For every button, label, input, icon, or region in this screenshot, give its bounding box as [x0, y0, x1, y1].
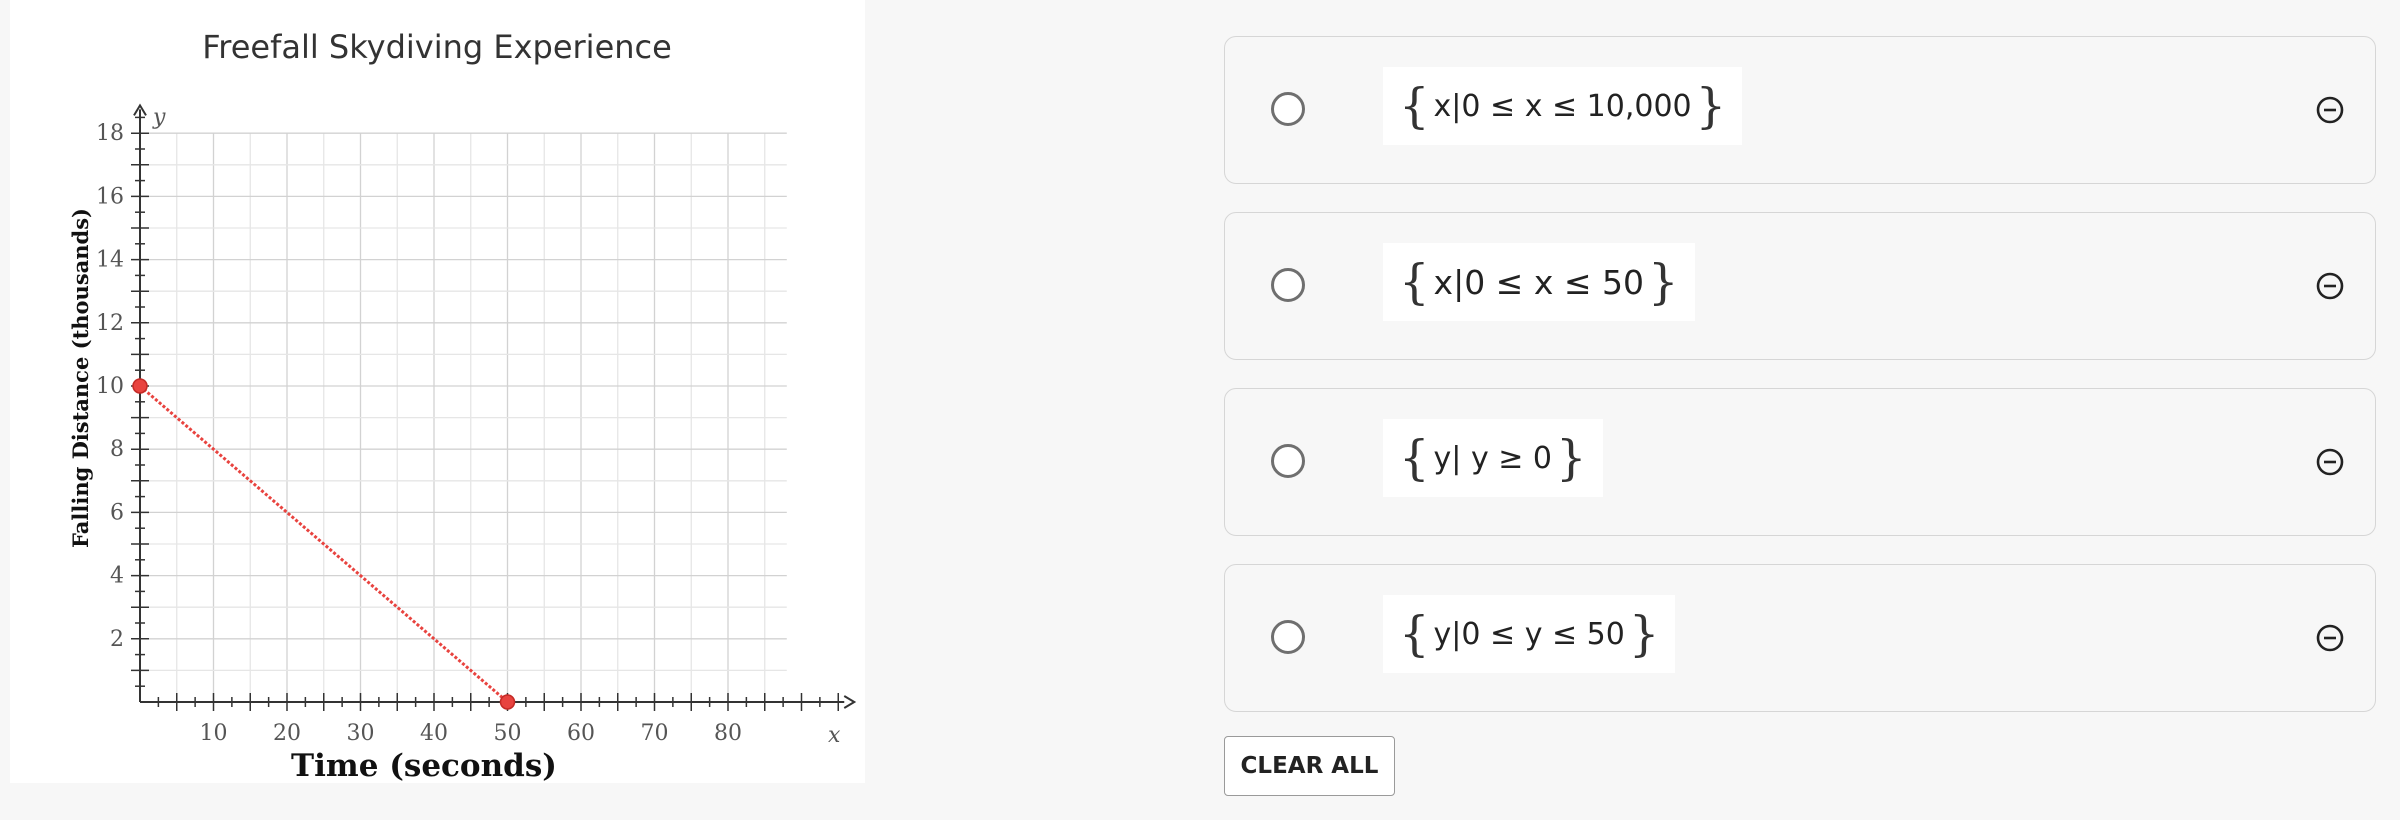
choice-option-c[interactable]: { y| y ≥ 0 }: [1224, 388, 2376, 536]
minus-circle-icon[interactable]: [2313, 269, 2347, 303]
choice-expression-text: x|0 ≤ x ≤ 10,000: [1433, 88, 1692, 124]
x-tick-label: 20: [273, 721, 301, 746]
x-tick-label: 30: [347, 721, 375, 746]
y-tick-label: 18: [96, 121, 124, 146]
y-axis-title: Falling Distance (thousands): [68, 208, 93, 548]
y-tick-label: 10: [96, 374, 124, 399]
x-tick-label: 60: [567, 721, 595, 746]
x-axis-arrow: [843, 695, 857, 709]
y-tick-label: 12: [96, 311, 124, 336]
x-axis-letter: x: [828, 723, 841, 748]
freefall-chart: Freefall Skydiving Experience 10 20 30 40 50…: [68, 28, 857, 783]
chart-grid: [140, 132, 787, 702]
minus-circle-icon[interactable]: [2313, 621, 2347, 655]
clear-all-button[interactable]: CLEAR ALL: [1224, 736, 1395, 796]
minus-circle-icon[interactable]: [2313, 93, 2347, 127]
endpoint-marker: [499, 694, 516, 710]
chart-figure: Freefall Skydiving Experience 10 20 30 40 50…: [10, 0, 865, 783]
y-tick-label: 2: [110, 627, 124, 652]
x-tick-label: 80: [714, 721, 742, 746]
choice-expression-text: y| y ≥ 0: [1433, 440, 1552, 476]
radio-empty-icon[interactable]: [1271, 92, 1305, 126]
chart-title: Freefall Skydiving Experience: [202, 28, 672, 66]
choice-expression-text: y|0 ≤ y ≤ 50: [1433, 616, 1625, 652]
y-tick-label: 8: [110, 437, 124, 462]
radio-empty-icon[interactable]: [1271, 268, 1305, 302]
x-tick-label: 50: [494, 721, 522, 746]
x-tick-label: 70: [641, 721, 669, 746]
choice-expression: { x|0 ≤ x ≤ 10,000 }: [1383, 67, 1743, 145]
radio-empty-icon[interactable]: [1271, 444, 1305, 478]
choice-option-d[interactable]: { y|0 ≤ y ≤ 50 }: [1224, 564, 2376, 712]
choice-option-b[interactable]: { x|0 ≤ x ≤ 50 }: [1224, 212, 2376, 360]
y-tick-label: 16: [96, 184, 124, 209]
answer-choices: { x|0 ≤ x ≤ 10,000 } { x|0 ≤ x ≤ 50 } { …: [1224, 36, 2376, 740]
x-axis-title: Time (seconds): [291, 748, 557, 783]
choice-expression-text: x|0 ≤ x ≤ 50: [1433, 262, 1644, 302]
y-tick-label: 14: [96, 248, 124, 273]
y-tick-label: 4: [110, 564, 124, 589]
chart-ticks: 10 20 30 40 50 60 70 80 2 4 6 8 10 12 14 16 18: [96, 116, 839, 746]
y-axis-letter: y: [152, 105, 166, 130]
minus-circle-icon[interactable]: [2313, 445, 2347, 479]
choice-expression: { x|0 ≤ x ≤ 50 }: [1383, 243, 1695, 321]
y-tick-label: 6: [110, 500, 124, 525]
x-tick-label: 40: [420, 721, 448, 746]
choice-option-a[interactable]: { x|0 ≤ x ≤ 10,000 }: [1224, 36, 2376, 184]
endpoint-marker: [132, 378, 148, 394]
choice-expression: { y|0 ≤ y ≤ 50 }: [1383, 595, 1676, 673]
radio-empty-icon[interactable]: [1271, 620, 1305, 654]
x-tick-label: 10: [200, 721, 228, 746]
choice-expression: { y| y ≥ 0 }: [1383, 419, 1603, 497]
